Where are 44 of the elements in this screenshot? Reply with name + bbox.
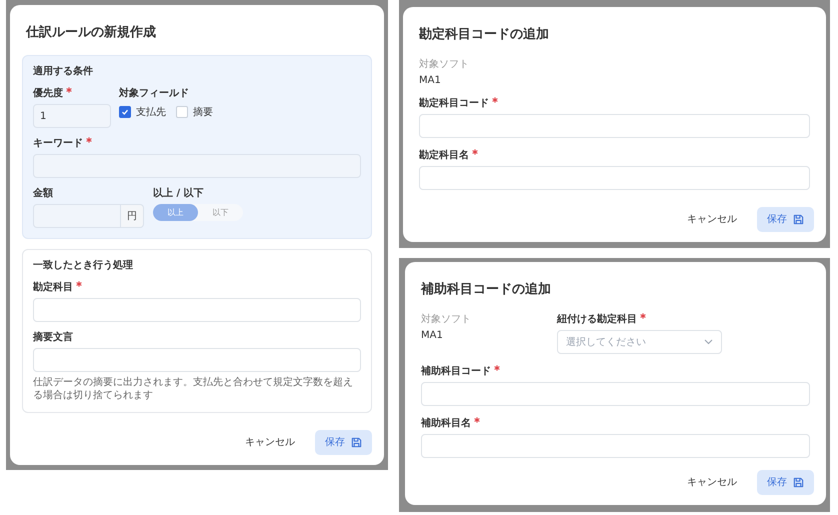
- field-label: 優先度: [33, 86, 63, 100]
- field-label: 金額: [33, 186, 53, 200]
- field-label: 補助科目名: [421, 416, 471, 430]
- input-field[interactable]: [33, 204, 121, 228]
- input-field[interactable]: [419, 114, 810, 138]
- input-field[interactable]: 1: [33, 104, 111, 128]
- checkbox[interactable]: [119, 106, 131, 118]
- dialog-title: 仕訳ルールの新規作成: [26, 24, 156, 41]
- chevron-down-icon: [704, 339, 713, 345]
- cancel-button[interactable]: キャンセル: [683, 469, 741, 495]
- dialog-title: 勘定科目コードの追加: [419, 26, 549, 43]
- field-label: キーワード: [33, 137, 83, 150]
- toggle-option[interactable]: 以上: [153, 204, 198, 221]
- checkbox-label: 支払先: [136, 106, 166, 119]
- input-field[interactable]: [419, 166, 810, 190]
- field-label: 対象フィールド: [119, 86, 189, 100]
- checkbox-label: 摘要: [193, 106, 213, 119]
- save-button[interactable]: 保存: [757, 470, 814, 494]
- input-field[interactable]: [421, 382, 810, 406]
- dialog-title: 補助科目コードの追加: [421, 280, 551, 298]
- field-label: 対象ソフト: [419, 58, 469, 71]
- field-label: 勘定科目: [33, 280, 73, 294]
- select-field[interactable]: 選択してください: [557, 330, 722, 354]
- field-value: MA1: [419, 75, 441, 86]
- field-label: 勘定科目名: [419, 148, 469, 162]
- save-button[interactable]: 保存: [315, 430, 372, 454]
- section-heading: 一致したとき行う処理: [33, 258, 133, 272]
- field-label: 勘定科目コード: [419, 96, 489, 110]
- section-heading: 適用する条件: [33, 64, 93, 78]
- field-label: 対象ソフト: [421, 312, 471, 326]
- field-label: 以上 / 以下: [153, 186, 204, 200]
- toggle-option[interactable]: 以下: [198, 204, 243, 221]
- input-field[interactable]: [33, 298, 361, 322]
- field-label: 補助科目コード: [421, 364, 491, 378]
- help-text: 仕訳データの摘要に出力されます。支払先と合わせて規定文字数を超える場合は切り捨てられます: [33, 376, 354, 402]
- field-label: 摘要文言: [33, 330, 73, 344]
- cancel-button[interactable]: キャンセル: [241, 429, 299, 455]
- input-field[interactable]: [33, 348, 361, 372]
- input-field[interactable]: [421, 434, 810, 458]
- cancel-button[interactable]: キャンセル: [683, 206, 741, 232]
- field-label: 紐付ける勘定科目: [557, 312, 637, 326]
- unit-addon: 円: [121, 204, 144, 228]
- field-value: MA1: [421, 330, 443, 341]
- save-button[interactable]: 保存: [757, 206, 814, 232]
